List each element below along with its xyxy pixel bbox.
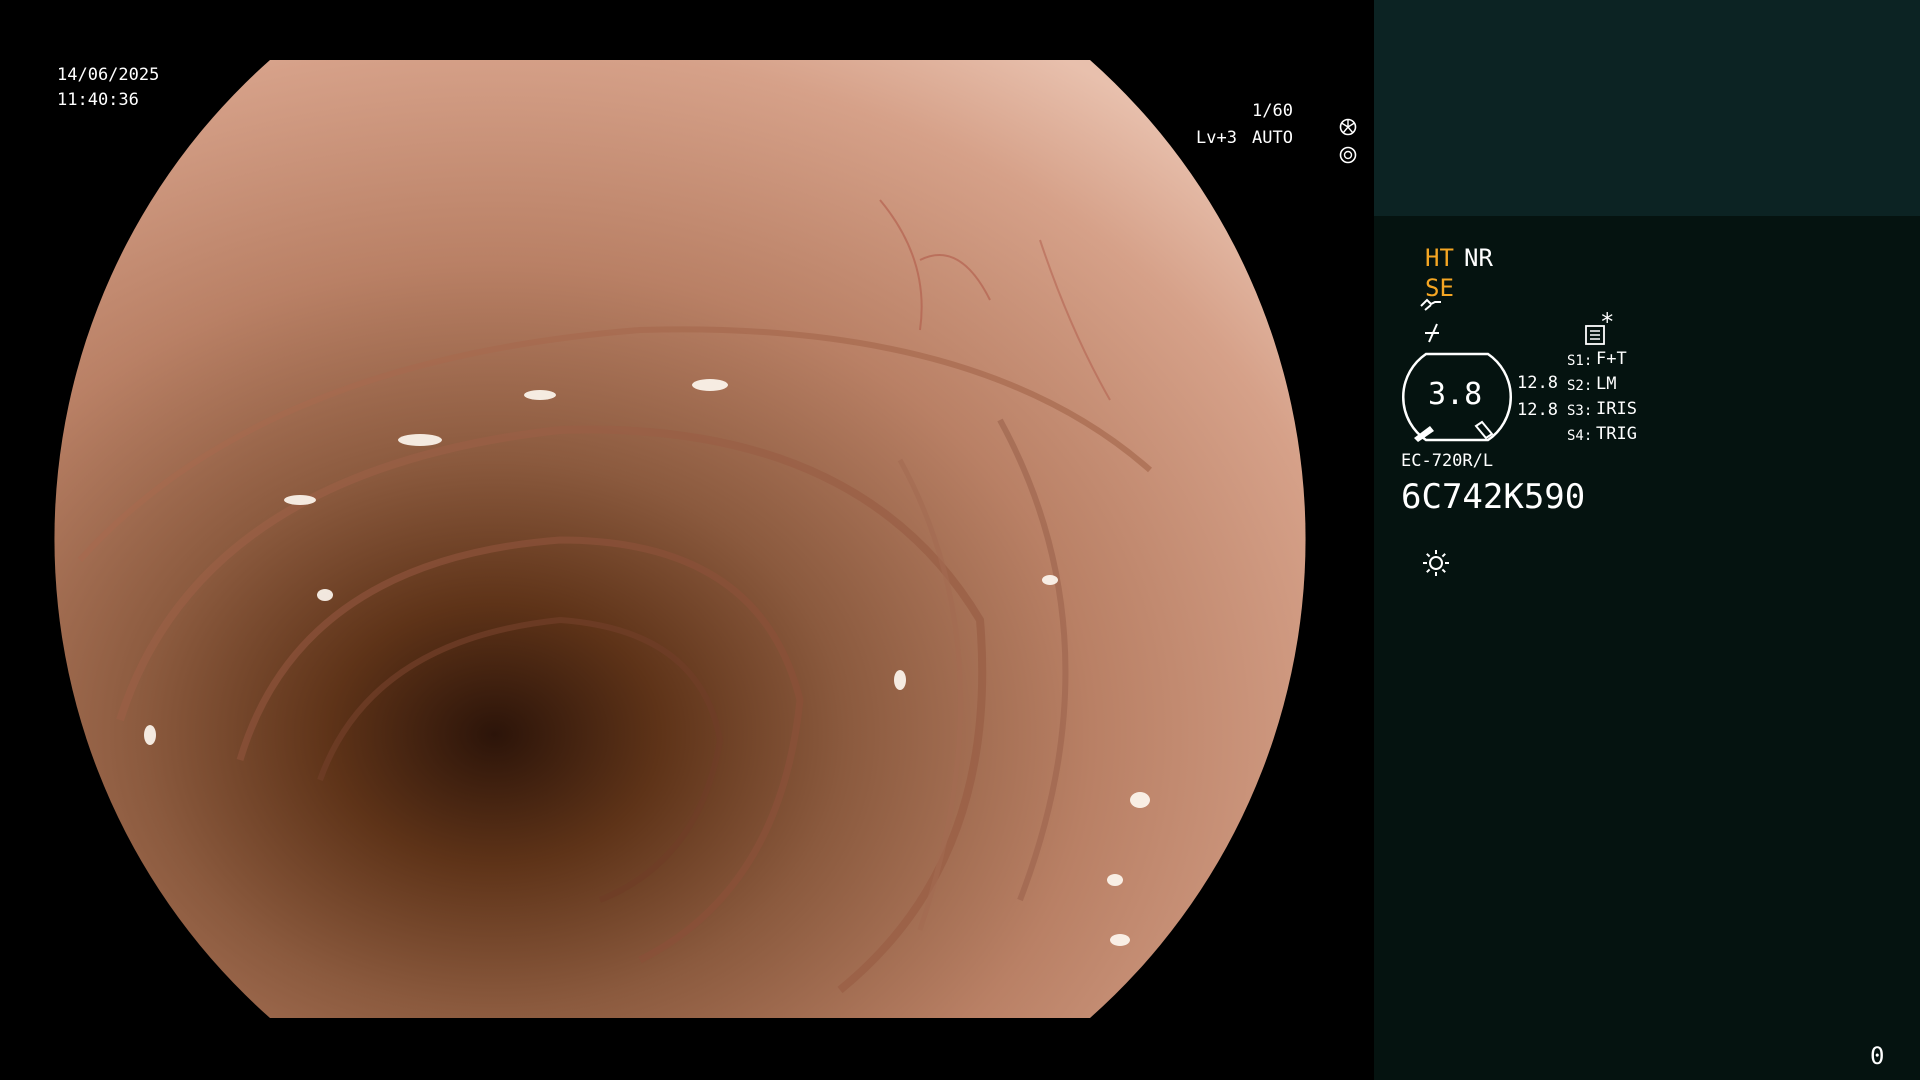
- mode-ht: HT: [1425, 244, 1454, 272]
- scope-serial: 6C742K590: [1401, 477, 1586, 517]
- switch-value: LM: [1596, 374, 1617, 394]
- time-readout: 11:40:36: [57, 90, 139, 110]
- switch-value: IRIS: [1596, 399, 1637, 419]
- value-1: 12.8: [1517, 373, 1558, 393]
- value-2: 12.8: [1517, 400, 1558, 420]
- colon-lumen-image: [54, 60, 1306, 1018]
- endoscope-view: 14/06/2025 11:40:36 1/60 Lv+3 AUTO: [0, 0, 1374, 1080]
- switch-value: F+T: [1596, 349, 1627, 369]
- date-readout: 14/06/2025: [57, 65, 160, 85]
- sun-icon: [1402, 532, 1451, 581]
- switch-key: S2:: [1567, 378, 1593, 394]
- mode-se: SE: [1425, 274, 1454, 302]
- shutter-readout: 1/60: [1252, 101, 1293, 121]
- gauge-value: 3.8: [1428, 377, 1483, 412]
- switch-key: S3:: [1567, 403, 1593, 419]
- star-indicator: *: [1600, 308, 1615, 336]
- mode-nr: NR: [1464, 244, 1493, 272]
- frame-counter: 0: [1870, 1042, 1885, 1070]
- scope-model: EC-720R/L: [1401, 451, 1494, 471]
- iris-icon: [1300, 130, 1357, 183]
- switch-key: S4:: [1567, 428, 1593, 444]
- light-level-readout: Lv+3: [1196, 128, 1237, 148]
- light-mode-readout: AUTO: [1252, 128, 1293, 148]
- freeze-icon: [1402, 306, 1443, 347]
- switch-key: S1:: [1567, 353, 1593, 369]
- info-panel-header: [1374, 0, 1920, 216]
- switch-value: TRIG: [1596, 424, 1637, 444]
